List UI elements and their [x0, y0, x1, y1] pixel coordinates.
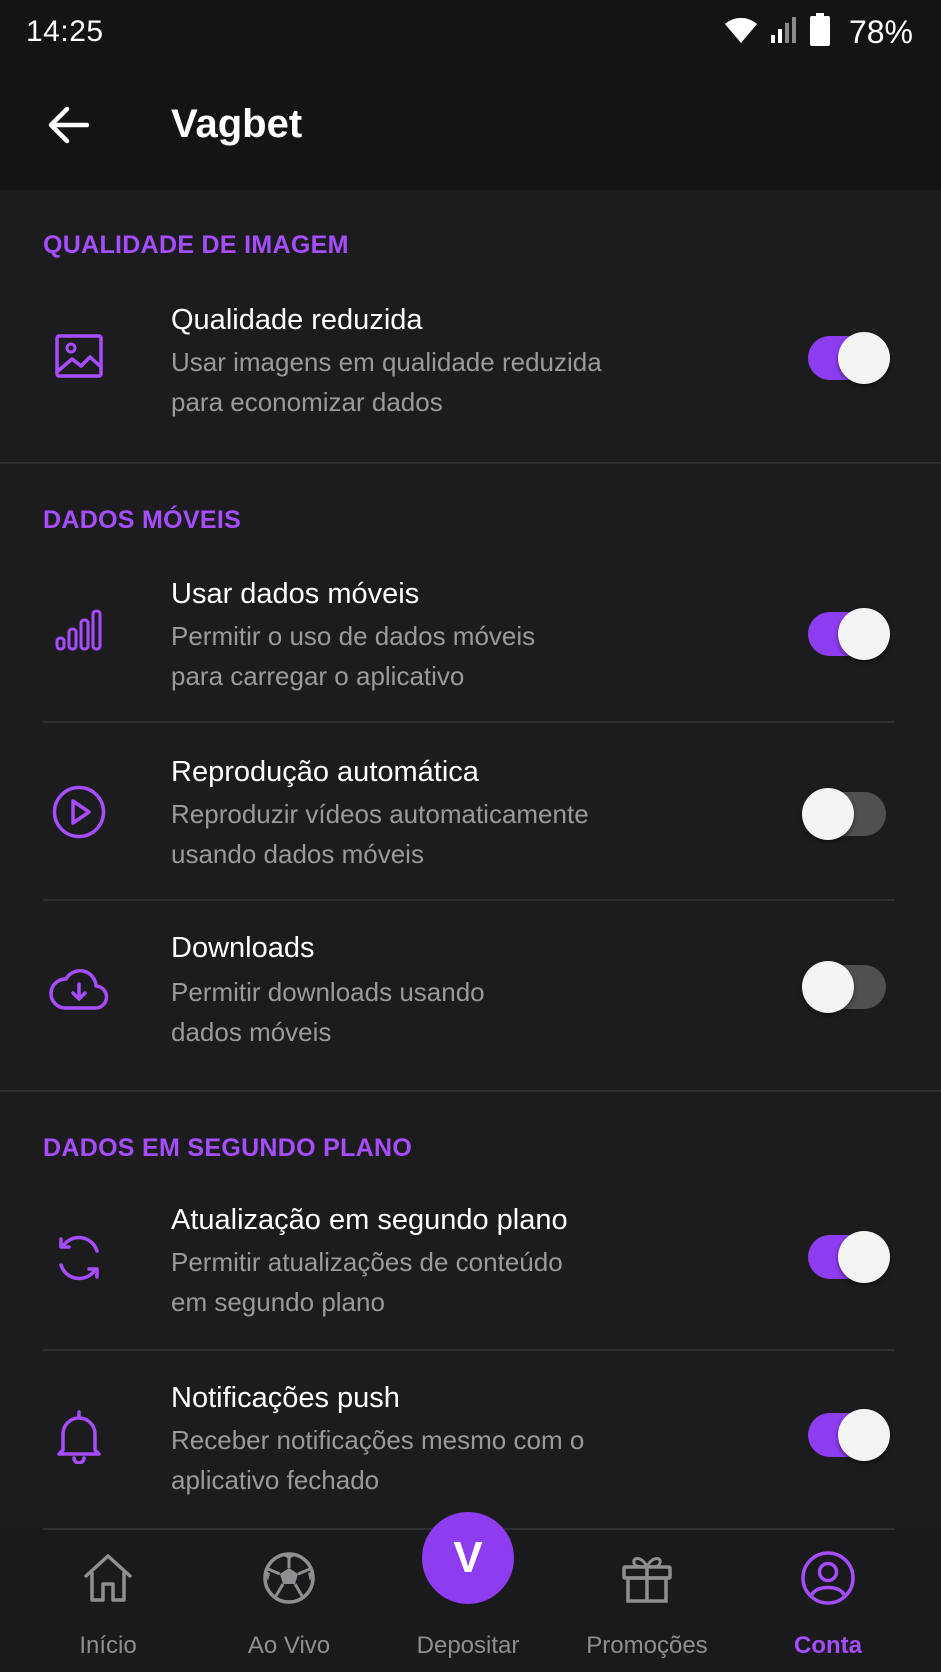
setting-row-push-notifications[interactable]: Notificações push Receber notificações m… [0, 1358, 941, 1536]
section-divider [0, 1090, 941, 1092]
setting-description-line2: para economizar dados [171, 387, 443, 417]
setting-description-line1: Receber notificações mesmo com o [171, 1425, 585, 1455]
setting-row-background-refresh[interactable]: Atualização em segundo plano Permitir at… [0, 1180, 941, 1358]
nav-label: Ao Vivo [247, 1632, 331, 1659]
setting-description-line1: Usar imagens em qualidade reduzida [171, 347, 602, 377]
toggle-autoplay[interactable] [802, 786, 890, 842]
setting-description-line1: Reproduzir vídeos automaticamente [171, 799, 589, 829]
toggle-downloads[interactable] [802, 959, 890, 1015]
gift-icon [619, 1550, 675, 1606]
image-icon [48, 325, 110, 387]
nav-label: Depositar [416, 1632, 520, 1659]
cloud-download-icon [48, 957, 110, 1019]
section-header-mobile-data: DADOS MÓVEIS [43, 506, 242, 534]
setting-description-line2: para carregar o aplicativo [171, 661, 465, 691]
setting-description-line2: usando dados móveis [171, 839, 424, 869]
setting-title: Qualidade reduzida [171, 304, 423, 336]
setting-row-reduced-quality[interactable]: Qualidade reduzida Usar imagens em quali… [0, 280, 941, 458]
row-divider [43, 899, 895, 901]
toggle-reduced-quality[interactable] [804, 330, 890, 386]
back-button[interactable] [30, 88, 108, 166]
settings-screen: 14:25 78% Vagbet QUALIDADE DE IMAGEM Qua… [0, 0, 941, 1672]
nav-item-ao-vivo[interactable]: Ao Vivo [199, 1530, 379, 1672]
account-circle-icon [800, 1550, 856, 1606]
deposit-fab-button[interactable]: V [422, 1512, 514, 1604]
row-divider [43, 721, 895, 723]
setting-description-line1: Permitir atualizações de conteúdo [171, 1247, 563, 1277]
setting-row-autoplay[interactable]: Reprodução automática Reproduzir vídeos … [0, 732, 941, 910]
section-header-image-quality: QUALIDADE DE IMAGEM [43, 231, 349, 259]
cell-signal-icon [769, 15, 799, 50]
toggle-knob [838, 1409, 890, 1461]
setting-description-line2: aplicativo fechado [171, 1465, 380, 1495]
toggle-knob [838, 1231, 890, 1283]
nav-item-conta[interactable]: Conta [738, 1530, 918, 1672]
nav-item-inicio[interactable]: Início [18, 1530, 198, 1672]
setting-row-downloads[interactable]: Downloads Permitir downloads usando dado… [0, 910, 941, 1088]
status-bar: 14:25 78% [0, 0, 941, 64]
setting-title: Downloads [171, 932, 315, 964]
setting-description-line1: Permitir downloads usando [171, 977, 485, 1007]
setting-row-use-mobile-data[interactable]: Usar dados móveis Permitir o uso de dado… [0, 554, 941, 732]
signal-bars-icon [48, 599, 110, 661]
setting-title: Notificações push [171, 1382, 400, 1414]
nav-label: Conta [794, 1632, 862, 1659]
battery-percentage: 78% [848, 13, 913, 50]
setting-description-line2: em segundo plano [171, 1287, 385, 1317]
status-time: 14:25 [26, 15, 104, 48]
wifi-icon [723, 15, 759, 50]
status-icons: 78% [723, 12, 913, 52]
battery-icon [809, 12, 831, 52]
app-bar: Vagbet [0, 64, 941, 190]
home-icon [80, 1550, 136, 1606]
setting-title: Atualização em segundo plano [171, 1204, 568, 1236]
toggle-use-mobile-data[interactable] [804, 606, 890, 662]
nav-label: Início [79, 1632, 137, 1659]
section-header-background-data: DADOS EM SEGUNDO PLANO [43, 1134, 413, 1162]
setting-description-line2: dados móveis [171, 1017, 332, 1047]
soccer-ball-icon [261, 1550, 317, 1606]
row-divider [43, 1349, 895, 1351]
toggle-knob [838, 332, 890, 384]
nav-label: Promoções [586, 1632, 708, 1659]
toggle-knob [838, 608, 890, 660]
page-title: Vagbet [171, 102, 303, 146]
arrow-left-icon [47, 105, 91, 150]
play-circle-icon [48, 781, 110, 843]
toggle-knob [802, 961, 854, 1013]
setting-title: Usar dados móveis [171, 578, 420, 610]
section-divider [0, 462, 941, 464]
bell-icon [48, 1405, 110, 1467]
vagbet-logo-icon: V [453, 1533, 483, 1582]
toggle-background-refresh[interactable] [804, 1229, 890, 1285]
nav-item-promocoes[interactable]: Promoções [557, 1530, 737, 1672]
toggle-knob [802, 788, 854, 840]
sync-icon [48, 1227, 110, 1289]
setting-title: Reprodução automática [171, 756, 479, 788]
setting-description-line1: Permitir o uso de dados móveis [171, 621, 536, 651]
toggle-push-notifications[interactable] [804, 1407, 890, 1463]
